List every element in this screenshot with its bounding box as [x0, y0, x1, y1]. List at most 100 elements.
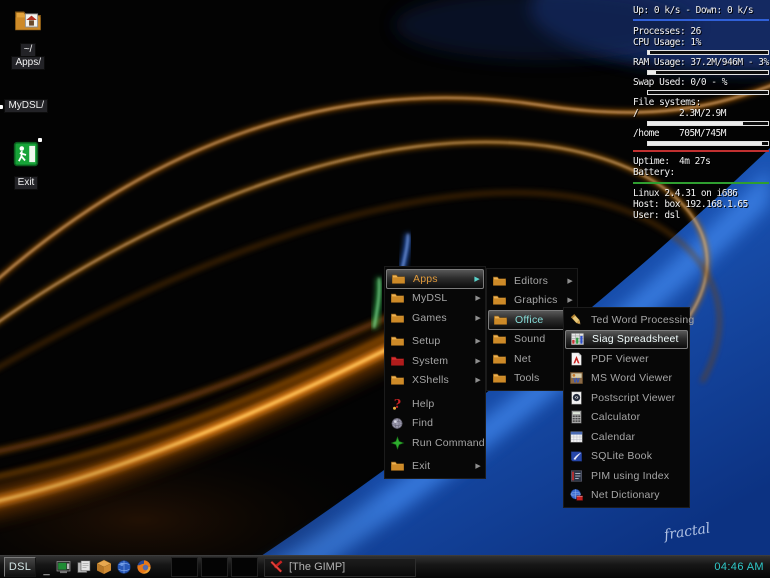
menu-item-pim-using-index[interactable]: PIM using Index [565, 466, 688, 486]
launcher-files-icon[interactable] [75, 558, 93, 576]
menu-item-system[interactable]: System▶ [386, 351, 484, 371]
menu-item-editors[interactable]: Editors ▶ [488, 271, 576, 291]
menu-item-label: Tools [514, 372, 563, 384]
workspace-slots [171, 557, 261, 577]
menu-item-setup[interactable]: Setup▶ [386, 332, 484, 352]
run-icon [390, 435, 407, 450]
divider-green [633, 182, 769, 184]
menu-item-label: Graphics [514, 294, 563, 306]
home-fs-bar [647, 141, 769, 146]
task-button-label: [The GIMP] [289, 561, 345, 573]
office-submenu: Ted Word Processing Siag Spreadsheet PDF V… [563, 307, 690, 508]
folder-icon [493, 312, 510, 327]
divider-red [633, 150, 769, 152]
menu-item-label: Run Command [412, 437, 485, 449]
user-text: User: dsl [633, 211, 769, 221]
processes-text: Processes: 26 [633, 27, 769, 37]
folder-icon [492, 371, 509, 386]
menu-item-calendar[interactable]: Calendar [565, 427, 688, 447]
menu-item-label: Calendar [591, 431, 685, 443]
desktop-icon-mydsl[interactable]: MyDSL/ [0, 95, 48, 113]
folder-icon [390, 310, 407, 325]
system-monitor: Up: 0 k/s - Down: 0 k/s Processes: 26 CP… [633, 6, 769, 222]
desktop-icon-label: MyDSL/ [4, 99, 48, 113]
workspace-slot[interactable] [231, 557, 258, 577]
cpu-bar [647, 50, 769, 55]
submenu-arrow-icon: ▶ [475, 462, 481, 470]
task-button-gimp[interactable]: [The GIMP] [264, 558, 416, 577]
folder-icon [390, 373, 407, 388]
clock: 04:46 AM [714, 561, 766, 573]
desktop-icon-label: Exit [14, 176, 39, 190]
menu-item-apps[interactable]: Apps▶ [386, 269, 484, 289]
sqlite-icon [569, 449, 586, 464]
menu-item-label: Exit [412, 460, 471, 472]
folder-icon [492, 273, 509, 288]
workspace-slot[interactable] [171, 557, 198, 577]
submenu-arrow-icon: ▶ [475, 314, 481, 322]
menu-item-pdf-viewer[interactable]: PDF Viewer [565, 349, 688, 369]
uptime-text: Uptime: 4m 27s [633, 157, 769, 167]
cpu-usage-text: CPU Usage: 1% [633, 38, 769, 48]
pdf-icon [569, 351, 586, 366]
menu-item-help[interactable]: ?Help [386, 394, 484, 414]
folder-red-icon [390, 353, 407, 368]
gimp-icon [269, 559, 285, 575]
menu-item-xshells[interactable]: XShells ▶ [386, 371, 484, 391]
taskbar: DSL _ [The GIMP] 04:46 AM [0, 555, 770, 578]
menu-item-sqlite-book[interactable]: SQLite Book [565, 447, 688, 467]
menu-item-net-dictionary[interactable]: Net Dictionary [565, 486, 688, 506]
launcher-package-icon[interactable] [95, 558, 113, 576]
menu-item-label: SQLite Book [591, 450, 685, 462]
launcher-globe-icon[interactable] [115, 558, 133, 576]
submenu-arrow-icon: ▶ [567, 296, 573, 304]
root-fs-value: 2.3M/2.9M [679, 109, 726, 119]
net-speed-text: Up: 0 k/s - Down: 0 k/s [633, 6, 769, 16]
calculator-icon [569, 410, 586, 425]
submenu-arrow-icon: ▶ [475, 376, 481, 384]
menu-item-find[interactable]: Find [386, 414, 484, 434]
pim-icon [569, 468, 586, 483]
menu-item-label: XShells [412, 374, 471, 386]
ram-bar [647, 70, 769, 75]
launcher-terminal-icon[interactable] [55, 558, 73, 576]
iconify-icon[interactable]: _ [40, 558, 53, 576]
menu-item-label: Siag Spreadsheet [592, 333, 684, 345]
folder-icon [492, 332, 509, 347]
menu-item-ted-word-processing[interactable]: Ted Word Processing [565, 310, 688, 330]
menu-item-label: System [412, 355, 471, 367]
postscript-icon [569, 390, 586, 405]
menu-item-calculator[interactable]: Calculator [565, 408, 688, 428]
menu-item-run-command[interactable]: Run Command [386, 433, 484, 453]
submenu-arrow-icon: ▶ [567, 277, 573, 285]
menu-item-label: Calculator [591, 411, 685, 423]
calendar-icon [569, 429, 586, 444]
desktop-icon-exit[interactable]: Exit [2, 141, 50, 190]
exit-icon [13, 141, 39, 167]
menu-item-label: Editors [514, 275, 563, 287]
menu-item-label: Setup [412, 335, 471, 347]
uptime-value: 4m 27s [679, 157, 710, 167]
menu-item-exit[interactable]: Exit ▶ [386, 457, 484, 477]
battery-text: Battery: [633, 168, 769, 178]
desktop-icon-label: Apps/ [11, 56, 45, 70]
netdict-icon [569, 488, 586, 503]
ram-usage-text: RAM Usage: 37.2M/946M - 3% [633, 58, 769, 68]
menu-item-mydsl[interactable]: MyDSL▶ [386, 289, 484, 309]
menu-item-label: PDF Viewer [591, 353, 685, 365]
launcher-firefox-icon[interactable] [135, 558, 153, 576]
submenu-arrow-icon: ▶ [474, 275, 480, 283]
host-text: Host: box 192.168.1.65 [633, 200, 769, 210]
dsl-menu-button[interactable]: DSL [4, 557, 36, 577]
folder-icon [390, 291, 407, 306]
menu-item-siag-spreadsheet[interactable]: Siag Spreadsheet [565, 330, 688, 350]
menu-item-ms-word-viewer[interactable]: WMS Word Viewer [565, 369, 688, 389]
divider-blue [633, 19, 769, 21]
menu-item-postscript-viewer[interactable]: Postscript Viewer [565, 388, 688, 408]
menu-item-games[interactable]: Games▶ [386, 308, 484, 328]
desktop-icon-apps[interactable]: Apps/ [2, 52, 50, 70]
workspace-slot[interactable] [201, 557, 228, 577]
desktop-icon-home[interactable]: ~/ [4, 6, 52, 57]
home-folder-icon [12, 6, 44, 34]
menu-item-label: Ted Word Processing [591, 314, 694, 326]
